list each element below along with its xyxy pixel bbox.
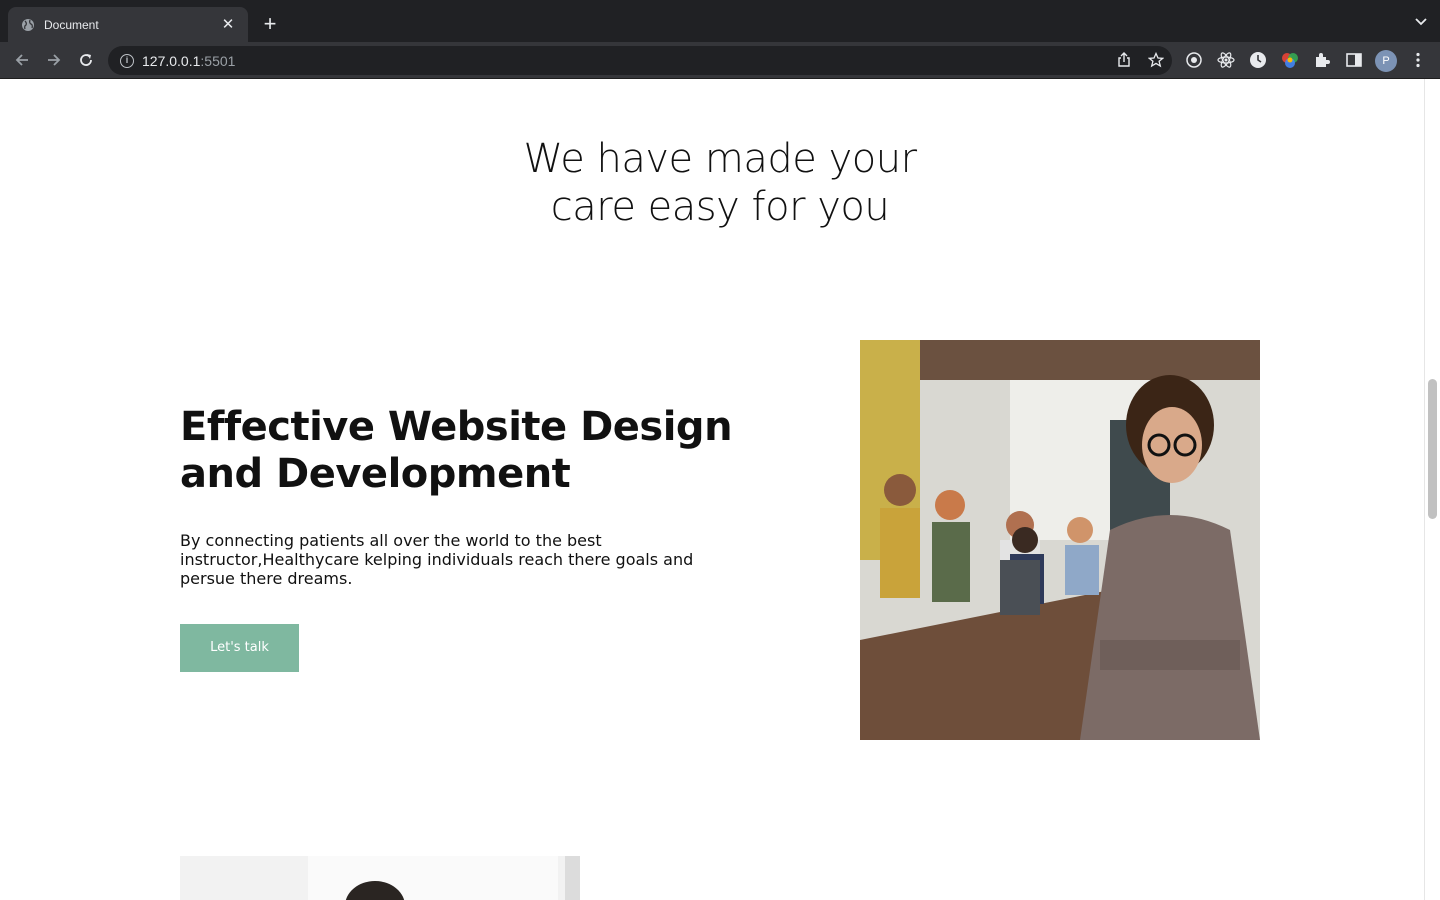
site-info-icon[interactable]: i — [120, 53, 134, 68]
lets-talk-button[interactable]: Let's talk — [180, 624, 299, 672]
react-devtools-icon[interactable] — [1215, 49, 1237, 71]
puzzle-extensions-icon[interactable] — [1311, 49, 1333, 71]
reload-icon[interactable] — [74, 48, 98, 72]
scrollbar-thumb[interactable] — [1428, 379, 1437, 519]
feature-title: Effective Website Design and Development — [180, 404, 733, 497]
close-tab-icon[interactable]: ✕ — [220, 16, 236, 33]
team-office-photo — [860, 340, 1260, 740]
globe-icon — [20, 17, 36, 33]
new-tab-button[interactable]: + — [258, 13, 282, 37]
back-arrow-icon[interactable] — [10, 48, 34, 72]
forward-arrow-icon[interactable] — [42, 48, 66, 72]
hero-title: We have made your care easy for you — [0, 135, 1424, 231]
tab-title: Document — [44, 17, 99, 32]
bookmark-star-icon[interactable] — [1147, 51, 1165, 73]
url-host: 127.0.0.1 — [142, 52, 201, 69]
hero-title-line-1: We have made your — [523, 136, 917, 182]
hero-title-line-2: care easy for you — [550, 184, 890, 230]
color-picker-icon[interactable] — [1279, 49, 1301, 71]
browser-tab-strip: Document ✕ + — [0, 0, 1440, 42]
extension-clock-icon[interactable] — [1247, 49, 1269, 71]
browser-tab[interactable]: Document ✕ — [8, 7, 248, 42]
page-scrollbar[interactable] — [1424, 79, 1440, 900]
side-panel-icon[interactable] — [1343, 49, 1365, 71]
extension-target-icon[interactable] — [1183, 49, 1205, 71]
page-content: We have made your care easy for you Effe… — [0, 79, 1424, 900]
profile-avatar[interactable]: P — [1375, 50, 1397, 72]
chevron-down-icon[interactable] — [1414, 15, 1428, 29]
feature-description: By connecting patients all over the worl… — [180, 531, 694, 588]
more-menu-icon[interactable] — [1407, 49, 1429, 71]
address-bar[interactable]: i 127.0.0.1 :5501 — [108, 46, 1172, 75]
share-icon[interactable] — [1116, 52, 1132, 73]
url-port: :5501 — [200, 52, 236, 69]
browser-toolbar: i 127.0.0.1 :5501 P — [0, 42, 1440, 79]
doctor-photo-partial — [180, 856, 580, 900]
